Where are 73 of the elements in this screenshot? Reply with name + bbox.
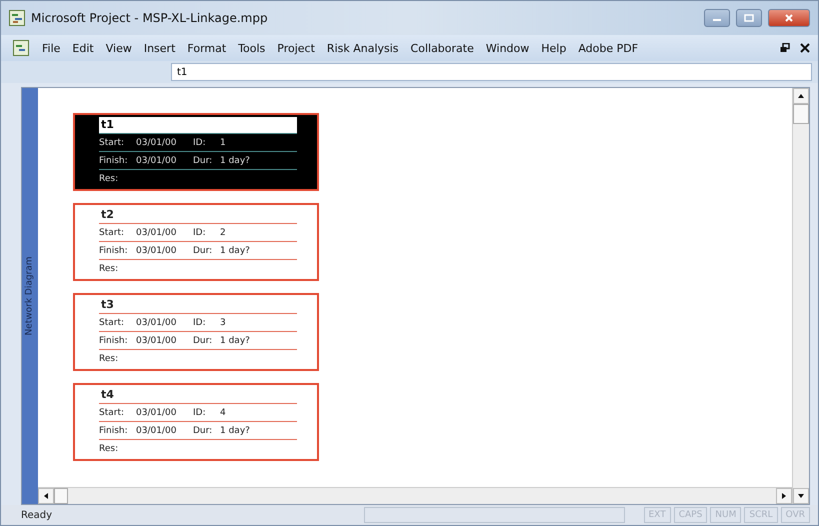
menu-item[interactable]: Edit — [67, 40, 99, 56]
field-label: Finish: — [99, 426, 129, 436]
gantt-chart-icon — [9, 10, 25, 26]
task-node[interactable]: t1 Start: 03/01/00 ID: 1 Finish: 03/01/00 Dur: 1 day? Res: — [73, 113, 319, 191]
field-value: 2 — [220, 228, 227, 238]
field-value: 03/01/00 — [136, 246, 178, 256]
field-label: Start: — [99, 408, 126, 418]
scroll-thumb[interactable] — [793, 104, 809, 124]
field-label: Start: — [99, 228, 126, 238]
field-value: 3 — [220, 318, 227, 328]
field-label: Finish: — [99, 336, 129, 346]
menu-item[interactable]: Adobe PDF — [573, 40, 644, 56]
menu-item[interactable]: Project — [272, 40, 320, 56]
field-value: 03/01/00 — [136, 138, 178, 148]
field-label: Res: — [99, 354, 120, 364]
field-value: 03/01/00 — [136, 318, 178, 328]
close-button[interactable] — [768, 9, 810, 27]
field-value: 03/01/00 — [136, 336, 178, 346]
field-value: 1 day? — [220, 246, 251, 256]
task-node[interactable]: t2 Start: 03/01/00 ID: 2 Finish: 03/01/00 Dur: 1 day? Res: — [73, 203, 319, 281]
horizontal-scrollbar[interactable] — [38, 487, 792, 504]
menu-item[interactable]: Collaborate — [406, 40, 479, 56]
maximize-icon — [744, 14, 754, 22]
field-label: Dur: — [193, 156, 214, 166]
field-value: 1 — [220, 138, 227, 148]
menu-item[interactable]: Risk Analysis — [322, 40, 404, 56]
entry-field[interactable]: t1 — [171, 63, 812, 81]
field-value: 1 day? — [220, 336, 251, 346]
task-name: t3 — [99, 297, 297, 314]
field-label: Dur: — [193, 336, 214, 346]
menu-item[interactable]: Tools — [233, 40, 270, 56]
field-value: 1 day? — [220, 426, 251, 436]
field-label: Dur: — [193, 246, 214, 256]
field-label: Finish: — [99, 246, 129, 256]
field-label: Start: — [99, 138, 126, 148]
field-label: ID: — [193, 318, 207, 328]
field-label: Res: — [99, 264, 120, 274]
field-value: 4 — [220, 408, 227, 418]
field-label: ID: — [193, 408, 207, 418]
status-text: Ready — [21, 510, 54, 520]
scroll-thumb[interactable] — [54, 488, 68, 504]
field-label: Finish: — [99, 156, 129, 166]
view-label: Network Diagram — [25, 256, 35, 336]
task-node[interactable]: t4 Start: 03/01/00 ID: 4 Finish: 03/01/00 Dur: 1 day? Res: — [73, 383, 319, 461]
field-label: Res: — [99, 444, 120, 454]
vertical-scrollbar[interactable] — [792, 88, 809, 504]
field-value: 03/01/00 — [136, 408, 178, 418]
task-name: t1 — [99, 117, 297, 134]
menu-item[interactable]: Format — [182, 40, 232, 56]
field-label: Start: — [99, 318, 126, 328]
task-node[interactable]: t3 Start: 03/01/00 ID: 3 Finish: 03/01/00 Dur: 1 day? Res: — [73, 293, 319, 371]
window-title: Microsoft Project - MSP-XL-Linkage.mpp — [31, 11, 268, 25]
maximize-button[interactable] — [736, 9, 762, 27]
task-name: t4 — [99, 387, 297, 404]
task-name: t2 — [99, 207, 297, 224]
close-icon[interactable] — [800, 43, 810, 53]
close-icon — [784, 14, 794, 22]
restore-icon[interactable] — [780, 43, 790, 53]
field-label: Dur: — [193, 426, 214, 436]
field-label: ID: — [193, 138, 207, 148]
document-icon — [13, 40, 29, 56]
field-value: 03/01/00 — [136, 156, 178, 166]
field-value: 03/01/00 — [136, 426, 178, 436]
menu-item[interactable]: Window — [480, 40, 534, 56]
field-value: 1 day? — [220, 156, 251, 166]
menu-item[interactable]: View — [100, 40, 137, 56]
menu-item[interactable]: Insert — [138, 40, 180, 56]
field-label: Res: — [99, 174, 120, 184]
field-value: 03/01/00 — [136, 228, 178, 238]
menu-item[interactable]: Help — [536, 40, 572, 56]
field-label: ID: — [193, 228, 207, 238]
menu-item[interactable]: File — [37, 40, 66, 56]
minimize-button[interactable] — [704, 9, 730, 27]
